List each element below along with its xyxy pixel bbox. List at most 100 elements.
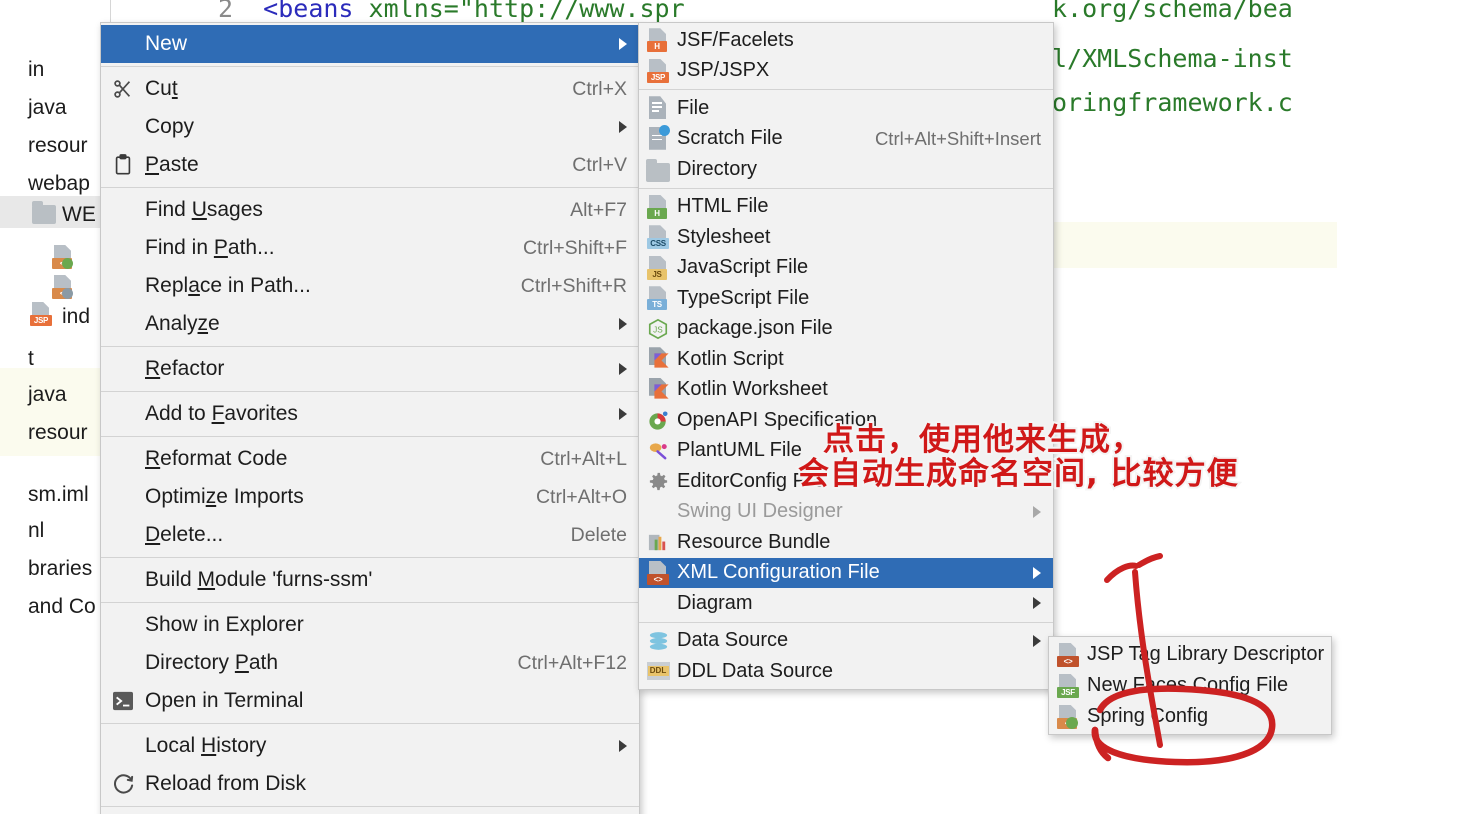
file-plain-icon <box>639 93 677 123</box>
file-badge-icon: TS <box>639 283 677 313</box>
file-badge-icon: JSF <box>1049 671 1087 701</box>
menu-item-javascript-file[interactable]: JS JavaScript File <box>639 253 1053 284</box>
menu-item-optimize-imports[interactable]: Optimize Imports Ctrl+Alt+O <box>101 478 639 516</box>
folder-icon <box>32 201 56 224</box>
menu-item-paste[interactable]: Paste Ctrl+V <box>101 146 639 184</box>
menu-item-delete[interactable]: Delete... Delete <box>101 516 639 554</box>
menu-item-label: Scratch File <box>677 127 783 150</box>
menu-item-label: HTML File <box>677 195 769 218</box>
menu-item-cut[interactable]: Cut Ctrl+X <box>101 70 639 108</box>
menu-item-show-in-explorer[interactable]: Show in Explorer <box>101 606 639 644</box>
file-badge-icon: H <box>639 25 677 55</box>
node-hexagon-icon: JS <box>639 314 677 344</box>
ddl-icon: DDL <box>639 656 677 686</box>
menu-item-label: package.json File <box>677 317 833 340</box>
menu-item-build-module[interactable]: Build Module 'furns-ssm' <box>101 561 639 599</box>
tree-item[interactable]: resour <box>28 421 88 445</box>
menu-item-compare-with[interactable]: Compare With... <box>101 810 639 814</box>
menu-item-new-faces-config-file[interactable]: JSF New Faces Config File <box>1049 670 1331 701</box>
menu-item-label: Show in Explorer <box>145 613 304 636</box>
menu-icon-placeholder <box>101 606 145 644</box>
menu-item-local-history[interactable]: Local History <box>101 727 639 765</box>
code-line-1: 2 <beans xmlns="http://www.spr <box>218 0 685 23</box>
menu-icon-placeholder <box>101 516 145 554</box>
menu-item-replace-in-path[interactable]: Replace in Path... Ctrl+Shift+R <box>101 267 639 305</box>
menu-item-accel: Ctrl+Alt+O <box>535 485 627 508</box>
menu-item-ddl-data-source[interactable]: DDL DDL Data Source <box>639 656 1053 687</box>
menu-item-typescript-file[interactable]: TS TypeScript File <box>639 283 1053 314</box>
menu-item-spring-config[interactable]: < Spring Config <box>1049 701 1331 732</box>
menu-item-jsp-jspx[interactable]: JSP JSP/JSPX <box>639 56 1053 87</box>
menu-icon-placeholder <box>101 727 145 765</box>
menu-item-analyze[interactable]: Analyze <box>101 305 639 343</box>
menu-icon-placeholder <box>101 267 145 305</box>
menu-icon-placeholder <box>101 350 145 388</box>
menu-item-label: Swing UI Designer <box>677 500 843 523</box>
menu-item-copy[interactable]: Copy <box>101 108 639 146</box>
menu-item-html-file[interactable]: H HTML File <box>639 192 1053 223</box>
file-badge-icon: JSP <box>639 56 677 86</box>
tree-item[interactable]: java <box>28 383 67 407</box>
menu-icon-placeholder <box>101 108 145 146</box>
menu-item-directory-path[interactable]: Directory Path Ctrl+Alt+F12 <box>101 644 639 682</box>
menu-item-refactor[interactable]: Refactor <box>101 350 639 388</box>
menu-item-kotlin-worksheet[interactable]: Kotlin Worksheet <box>639 375 1053 406</box>
tree-item[interactable]: webap <box>28 172 90 196</box>
menu-item-find-in-path[interactable]: Find in Path... Ctrl+Shift+F <box>101 229 639 267</box>
gear-icon <box>639 466 677 496</box>
tree-item[interactable]: t <box>28 347 34 371</box>
submenu-arrow-icon <box>1033 566 1041 579</box>
menu-item-jsf-facelets[interactable]: H JSF/Facelets <box>639 25 1053 56</box>
tree-item[interactable]: in <box>28 58 44 82</box>
menu-item-jsp-tag-library-descriptor[interactable]: <> JSP Tag Library Descriptor <box>1049 639 1331 670</box>
menu-item-label: Find Usages <box>145 198 263 221</box>
menu-item-diagram[interactable]: Diagram <box>639 588 1053 619</box>
tree-item[interactable]: ind <box>62 305 90 329</box>
menu-item-xml-configuration-file[interactable]: <> XML Configuration File <box>639 557 1053 588</box>
menu-item-resource-bundle[interactable]: Resource Bundle <box>639 527 1053 558</box>
tree-item[interactable]: resour <box>28 134 88 158</box>
menu-item-label: Optimize Imports <box>145 485 304 508</box>
menu-icon-placeholder <box>101 229 145 267</box>
menu-item-open-in-terminal[interactable]: Open in Terminal <box>101 682 639 720</box>
menu-item-label: Replace in Path... <box>145 274 311 297</box>
tree-item[interactable]: java <box>28 96 67 120</box>
menu-item-label: Diagram <box>677 591 753 614</box>
menu-item-label: XML Configuration File <box>677 561 880 584</box>
file-badge-icon: JS <box>639 253 677 283</box>
spring-leaf-icon: < <box>52 245 74 269</box>
menu-item-data-source[interactable]: Data Source <box>639 626 1053 657</box>
menu-item-directory[interactable]: Directory <box>639 154 1053 185</box>
menu-item-swing-ui-designer[interactable]: Swing UI Designer <box>639 497 1053 528</box>
menu-item-reload-from-disk[interactable]: Reload from Disk <box>101 765 639 803</box>
menu-item-stylesheet[interactable]: CSS Stylesheet <box>639 222 1053 253</box>
openapi-icon <box>639 405 677 435</box>
submenu-arrow-icon <box>619 121 627 133</box>
tree-item[interactable]: braries <box>28 557 92 581</box>
menu-item-label: Find in Path... <box>145 236 275 259</box>
tree-item[interactable]: and Co <box>28 595 96 619</box>
menu-item-reformat-code[interactable]: Reformat Code Ctrl+Alt+L <box>101 440 639 478</box>
menu-item-add-to-favorites[interactable]: Add to Favorites <box>101 395 639 433</box>
menu-item-label: Build Module 'furns-ssm' <box>145 568 373 591</box>
kotlin-icon <box>639 344 677 374</box>
menu-icon-placeholder <box>101 561 145 599</box>
tree-item[interactable]: sm.iml <box>28 483 89 507</box>
svg-text:JS: JS <box>653 325 663 334</box>
menu-item-package-json-file[interactable]: JS package.json File <box>639 314 1053 345</box>
tree-item[interactable]: nl <box>28 519 44 543</box>
file-badge-icon: H <box>639 192 677 222</box>
menu-icon-placeholder <box>101 25 145 63</box>
tree-item[interactable]: WE <box>62 203 96 227</box>
menu-item-label: TypeScript File <box>677 286 810 309</box>
menu-item-kotlin-script[interactable]: Kotlin Script <box>639 344 1053 375</box>
menu-item-find-usages[interactable]: Find Usages Alt+F7 <box>101 191 639 229</box>
terminal-icon <box>101 682 145 720</box>
menu-item-label: Directory Path <box>145 651 279 674</box>
resource-bundle-icon <box>639 527 677 557</box>
menu-item-label: Paste <box>145 153 199 176</box>
menu-item-new[interactable]: New <box>101 25 639 63</box>
menu-item-scratch-file[interactable]: Scratch File Ctrl+Alt+Shift+Insert <box>639 124 1053 155</box>
menu-item-accel: Ctrl+V <box>572 153 627 176</box>
menu-item-file[interactable]: File <box>639 93 1053 124</box>
